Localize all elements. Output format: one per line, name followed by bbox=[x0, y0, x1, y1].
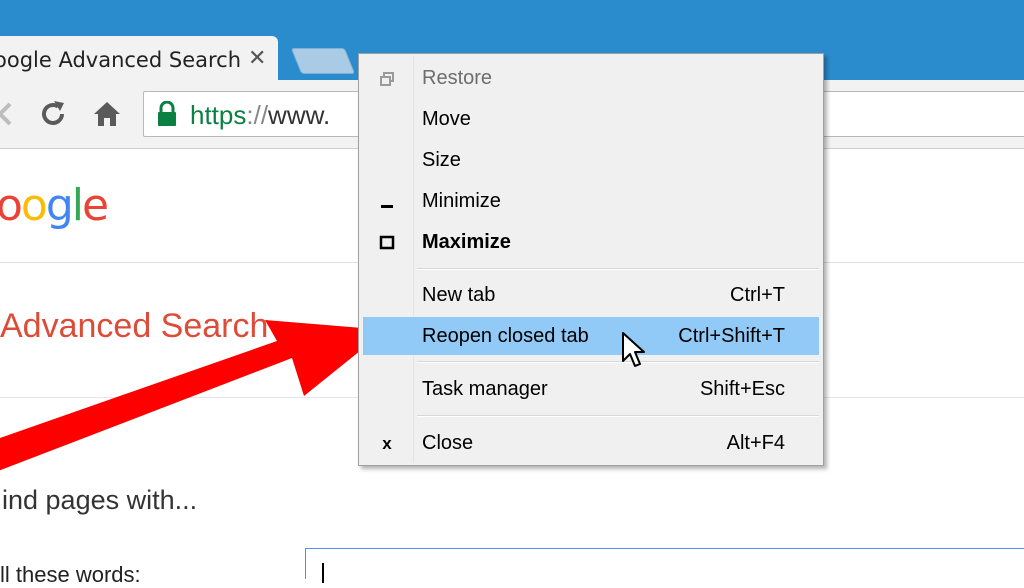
menu-item-task-manager[interactable]: Task manager Shift+Esc bbox=[363, 372, 819, 407]
menu-item-minimize[interactable]: Minimize bbox=[363, 184, 819, 219]
mouse-cursor-icon bbox=[622, 332, 645, 367]
menu-item-reopen-closed-tab[interactable]: Reopen closed tab Ctrl+Shift+T bbox=[363, 317, 819, 355]
menu-item-shortcut: Shift+Esc bbox=[699, 378, 785, 400]
logo-letter: o bbox=[0, 180, 23, 231]
restore-icon bbox=[377, 69, 397, 89]
menu-item-label: Restore bbox=[422, 67, 493, 89]
annotation-arrow bbox=[0, 320, 386, 471]
maximize-icon bbox=[377, 233, 397, 253]
logo-letter: l bbox=[71, 180, 84, 231]
menu-item-maximize[interactable]: Maximize bbox=[363, 225, 819, 260]
menu-item-close[interactable]: x Close Alt+F4 bbox=[363, 426, 819, 461]
url-scheme: https bbox=[190, 100, 247, 130]
menu-item-restore[interactable]: Restore bbox=[363, 61, 819, 96]
menu-item-label: Minimize bbox=[422, 190, 501, 212]
logo-letter: g bbox=[45, 180, 74, 231]
menu-item-label: Close bbox=[422, 432, 474, 454]
arrow-shape bbox=[0, 320, 386, 471]
google-logo: oogle bbox=[0, 180, 109, 231]
window-context-menu: Restore Move Size Minimize Maximize New … bbox=[358, 53, 824, 466]
menu-item-shortcut: Ctrl+Shift+T bbox=[678, 325, 785, 347]
home-icon[interactable] bbox=[91, 98, 123, 130]
reload-icon[interactable] bbox=[37, 98, 69, 130]
close-icon: x bbox=[382, 434, 392, 453]
back-icon[interactable] bbox=[0, 98, 22, 130]
menu-item-shortcut: Alt+F4 bbox=[726, 432, 785, 454]
menu-item-label: Move bbox=[422, 108, 471, 130]
new-tab-button[interactable] bbox=[290, 48, 356, 74]
logo-letter: e bbox=[82, 180, 109, 231]
lock-icon bbox=[156, 100, 178, 132]
menu-separator bbox=[417, 415, 819, 417]
menu-item-size[interactable]: Size bbox=[363, 143, 819, 178]
tab-close-icon[interactable]: ✕ bbox=[248, 46, 266, 71]
logo-letter: o bbox=[20, 180, 48, 231]
menu-item-label: New tab bbox=[422, 284, 496, 306]
browser-tab[interactable]: oogle Advanced Search ✕ bbox=[0, 36, 278, 82]
minimize-icon bbox=[377, 192, 397, 212]
menu-item-label: Maximize bbox=[422, 231, 511, 253]
tab-title: oogle Advanced Search bbox=[0, 48, 242, 72]
menu-item-move[interactable]: Move bbox=[363, 102, 819, 137]
menu-item-label: Task manager bbox=[422, 378, 548, 400]
url-text[interactable]: https://www. bbox=[190, 100, 330, 131]
all-words-input[interactable] bbox=[305, 548, 1024, 583]
menu-item-label: Size bbox=[422, 149, 461, 171]
menu-separator bbox=[417, 361, 819, 363]
url-separator: :// bbox=[246, 100, 269, 130]
menu-item-new-tab[interactable]: New tab Ctrl+T bbox=[363, 278, 819, 313]
menu-item-label: Reopen closed tab bbox=[422, 325, 589, 347]
menu-item-shortcut: Ctrl+T bbox=[730, 284, 785, 306]
menu-separator bbox=[417, 268, 819, 270]
url-host: www. bbox=[268, 100, 331, 130]
